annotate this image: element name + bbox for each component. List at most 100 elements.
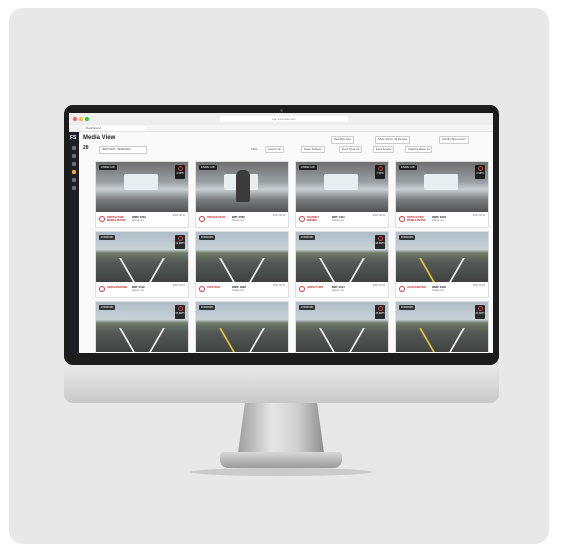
settings-icon[interactable] — [72, 186, 76, 190]
maximize-window-icon[interactable] — [85, 117, 89, 121]
vehicle-id[interactable]: WMC 3243 — [432, 215, 446, 219]
event-location: Atlanta, GA — [332, 290, 344, 292]
vehicle-id[interactable]: WMC 2231 — [132, 215, 146, 219]
road-video-thumbnail[interactable]: FORWARD 35 MPH — [296, 302, 388, 352]
event-icon — [199, 286, 205, 292]
media-tile[interactable]: INSIDE CAB 0 MPH DISTRACTION: MOBILE PHONE… — [95, 161, 189, 228]
lane-marking — [219, 258, 235, 282]
camera-tag: FORWARD — [299, 305, 316, 310]
vehicle-id[interactable]: BRT 3121 — [332, 285, 345, 289]
browser-tab[interactable]: Dashboard — [83, 126, 146, 131]
media-tile[interactable]: FORWARD 72 MPH HARSH BRAKING BRT 3119 Atlant… — [95, 231, 189, 298]
event-timestamp: 09/07 08:10 — [172, 215, 185, 217]
lane-marking — [419, 258, 435, 282]
new-play-alert-button[interactable]: New Play Alert — [331, 136, 354, 144]
date-range-picker[interactable]: 09/07/2023 - 09/08/2023 — [99, 146, 147, 154]
event-type: ACCELERATION — [407, 286, 426, 289]
app-logo[interactable]: FS — [70, 135, 76, 141]
vehicle-id[interactable]: BRT 1421 — [332, 215, 345, 219]
address-bar[interactable]: app.example.com — [219, 116, 349, 122]
map-icon[interactable] — [72, 154, 76, 158]
road-video-thumbnail[interactable]: FORWARD — [196, 302, 288, 352]
speed-value: 35 MPH — [375, 312, 385, 315]
fleets-filter[interactable]: Fleets: All Fleets — [301, 146, 325, 153]
sort-dropdown[interactable]: Sort By: Most recent — [439, 136, 469, 144]
media-tile[interactable]: INSIDE CAB OFFICER STAFF BRT 2525 Atlanta, … — [195, 161, 289, 228]
media-tile[interactable]: FORWARD 64 MPH — [395, 301, 489, 353]
lane-marking — [149, 258, 165, 282]
speed-limit-icon — [177, 166, 183, 171]
dashboard-icon[interactable] — [72, 146, 76, 150]
media-tile[interactable]: FORWARD STOP SIGN WMC 1822 Atlanta, GA 09/07… — [195, 231, 289, 298]
cabin-video-thumbnail[interactable]: INSIDE CAB 0 MPH — [96, 162, 188, 212]
event-icon — [399, 286, 405, 292]
show-filter-dropdown[interactable]: Show: Hours, All Devices — [375, 136, 410, 144]
media-tile[interactable]: FORWARD — [195, 301, 289, 353]
road-video-thumbnail[interactable]: FORWARD — [196, 232, 288, 282]
event-type: DISTRACTION: MOBILE PHONE — [107, 216, 126, 222]
sensors-filter[interactable]: Sensors: All — [265, 146, 284, 153]
camera-tag: INSIDE CAB — [99, 165, 117, 170]
road-video-thumbnail[interactable]: FORWARD — [396, 232, 488, 282]
vehicle-id[interactable]: BRT 2525 — [232, 215, 245, 219]
lane-marking — [149, 328, 165, 352]
media-tile[interactable]: FORWARD ACCELERATION WMC 3340 Atlanta, GA 09… — [395, 231, 489, 298]
sidebar: FS — [69, 132, 79, 353]
lane-marking — [119, 258, 135, 282]
vehicle-id[interactable]: BRT 3119 — [132, 285, 145, 289]
monitor-base — [220, 452, 342, 468]
event-location: Atlanta, GA — [432, 220, 444, 222]
cabin-video-thumbnail[interactable]: INSIDE CAB 7 MPH — [296, 162, 388, 212]
vehicle-id[interactable]: WMC 3340 — [432, 285, 446, 289]
media-icon[interactable] — [72, 170, 76, 174]
reports-icon[interactable] — [72, 178, 76, 182]
media-tile[interactable]: FORWARD 35 MPH — [295, 301, 389, 353]
coaching-status-filter[interactable]: Coaching Status: All — [405, 146, 433, 153]
media-tile[interactable]: FORWARD 45 MPH HARSH TURN BRT 3121 Atlanta, … — [295, 231, 389, 298]
speed-badge: 0 MPH — [475, 165, 485, 179]
event-type: HARSH TURN — [307, 286, 323, 289]
tile-info: HARSH BRAKING BRT 3119 Atlanta, GA 09/07 09… — [96, 282, 188, 297]
minimize-window-icon[interactable] — [79, 117, 83, 121]
event-icon — [99, 286, 105, 292]
speed-badge: 0 MPH — [175, 165, 185, 179]
camera-icon — [280, 109, 283, 112]
road-video-thumbnail[interactable]: FORWARD 72 MPH — [96, 232, 188, 282]
tile-info: HARSH TURN BRT 3121 Atlanta, GA 09/07 09:40 — [296, 282, 388, 297]
media-tile[interactable]: FORWARD 55 MPH — [95, 301, 189, 353]
speed-limit-icon — [477, 166, 483, 171]
lane-marking — [219, 328, 235, 352]
speed-limit-icon — [477, 306, 483, 311]
cabin-video-thumbnail[interactable]: INSIDE CAB — [196, 162, 288, 212]
alerts-icon[interactable] — [72, 162, 76, 166]
speed-limit-icon — [177, 306, 183, 311]
event-types-filter[interactable]: Event Types: All — [339, 146, 362, 153]
speed-value: 7 MPH — [376, 172, 384, 175]
close-window-icon[interactable] — [73, 117, 77, 121]
media-tile[interactable]: INSIDE CAB 0 MPH DISTRACTION: MOBILE PHONE… — [395, 161, 489, 228]
event-timestamp: 09/07 08:14 — [272, 215, 285, 217]
road-video-thumbnail[interactable]: FORWARD 45 MPH — [296, 232, 388, 282]
speed-limit-icon — [377, 306, 383, 311]
tile-info: SEATBELT MISSING BRT 1421 Atlanta, GA 09/07… — [296, 212, 388, 227]
speed-badge: 45 MPH — [375, 235, 385, 249]
event-type: HARSH BRAKING — [107, 286, 128, 289]
lane-marking — [319, 328, 335, 352]
cabin-video-thumbnail[interactable]: INSIDE CAB 0 MPH — [396, 162, 488, 212]
media-tile[interactable]: INSIDE CAB 7 MPH SEATBELT MISSING BRT 1421 A… — [295, 161, 389, 228]
camera-tag: INSIDE CAB — [299, 165, 317, 170]
camera-tag: FORWARD — [99, 235, 116, 240]
tile-info: DISTRACTION: MOBILE PHONE WMC 3243 Atlanta… — [396, 212, 488, 227]
event-icon — [399, 216, 405, 222]
road-video-thumbnail[interactable]: FORWARD 55 MPH — [96, 302, 188, 352]
speed-value: 55 MPH — [175, 312, 185, 315]
event-icon — [299, 286, 305, 292]
event-severity-filter[interactable]: Event Severity — [373, 146, 395, 153]
lane-marking — [449, 328, 465, 352]
vehicle-id[interactable]: WMC 1822 — [232, 285, 246, 289]
driver — [236, 170, 250, 202]
event-timestamp: 09/07 08:31 — [472, 215, 485, 217]
monitor-stand — [238, 403, 324, 453]
road-video-thumbnail[interactable]: FORWARD 64 MPH — [396, 302, 488, 352]
windshield — [324, 174, 358, 190]
